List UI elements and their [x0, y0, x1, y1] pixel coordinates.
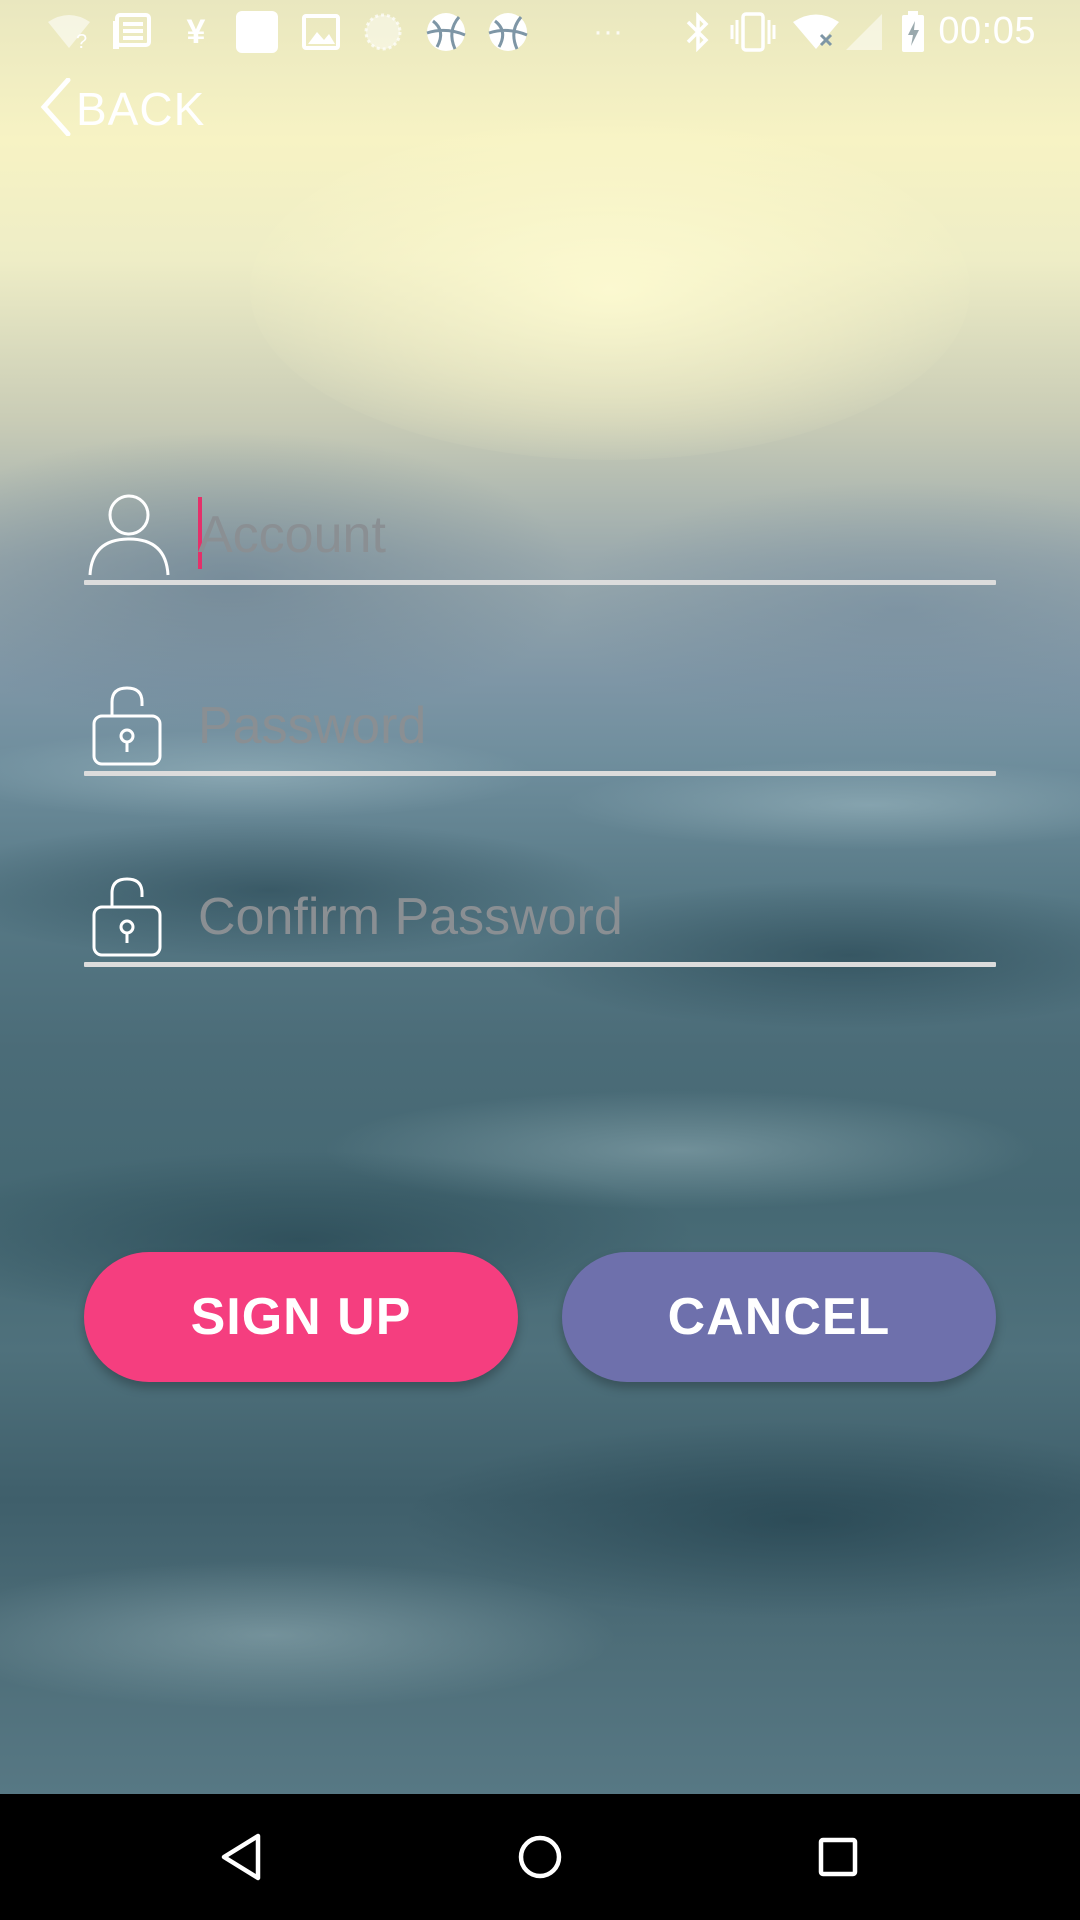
circle-app-icon [362, 12, 404, 52]
confirm-password-underline [84, 962, 996, 967]
nav-home-icon[interactable] [495, 1822, 585, 1892]
account-input[interactable] [198, 495, 978, 575]
password-underline [84, 771, 996, 776]
signal-icon [842, 12, 886, 52]
signup-button[interactable]: SIGN UP [84, 1252, 518, 1382]
account-field[interactable] [84, 485, 996, 585]
battery-charging-icon [898, 11, 928, 52]
chevron-left-icon [40, 77, 72, 141]
confirm-password-input[interactable] [198, 877, 978, 957]
sky-glow [250, 120, 970, 460]
ball-icon [424, 12, 468, 52]
nav-back-icon[interactable] [196, 1822, 286, 1892]
back-button[interactable]: BACK [40, 74, 205, 144]
password-field[interactable] [84, 676, 996, 776]
confirm-password-field[interactable] [84, 867, 996, 967]
ball-icon [486, 12, 530, 52]
user-icon [84, 491, 176, 577]
wifi-question-icon: ? [46, 12, 92, 52]
vibrate-icon [728, 12, 778, 52]
square-app-icon [234, 11, 280, 53]
account-underline [84, 580, 996, 585]
svg-text:?: ? [76, 31, 87, 50]
lock-open-icon [84, 682, 176, 768]
lock-open-icon [84, 873, 176, 959]
cancel-button[interactable]: CANCEL [562, 1252, 996, 1382]
yen-icon: ¥ [186, 12, 206, 51]
nav-recents-icon[interactable] [793, 1822, 883, 1892]
password-input[interactable] [198, 686, 978, 766]
wifi-off-icon [790, 12, 842, 52]
news-icon [110, 12, 152, 52]
status-bar: ? ¥ ··· 00:05 [0, 0, 1080, 64]
back-label: BACK [76, 83, 206, 135]
image-icon [300, 12, 342, 52]
more-dots-icon: ··· [593, 15, 623, 48]
status-time: 00:05 [938, 10, 1036, 52]
navigation-bar [0, 1794, 1080, 1920]
bluetooth-icon [680, 12, 716, 52]
